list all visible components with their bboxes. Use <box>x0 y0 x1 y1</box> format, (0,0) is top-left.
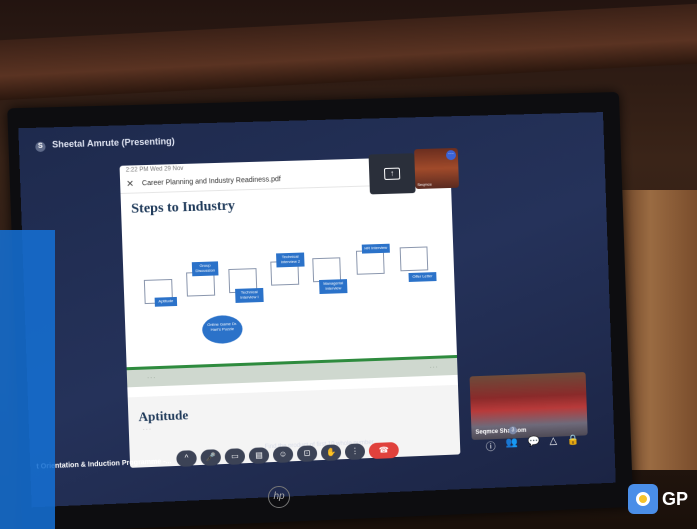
participant-name: Seqmce Shagsom <box>475 427 527 436</box>
step-technical-interview-2: Technical Interview 2 <box>276 252 305 268</box>
monitor-screen: S Sheetal Amrute (Presenting) 2:22 PM We… <box>18 112 616 508</box>
step-group-discussion: Group Discussion <box>191 261 219 276</box>
footer-right: · · · <box>429 364 438 371</box>
present-screen-icon[interactable]: ⊡ <box>296 445 318 463</box>
end-call-button[interactable]: ☎ <box>368 441 400 460</box>
meeting-title: t Orientation & Induction Programme -... <box>36 458 172 471</box>
location-pin-icon <box>628 484 658 514</box>
step-managerial-interview: Managerial Interview <box>319 279 348 294</box>
close-icon[interactable]: ✕ <box>126 178 134 189</box>
host-controls-icon[interactable]: 🔒 <box>567 435 580 450</box>
gps-text: GP <box>662 488 689 509</box>
participant-thumbnail-large[interactable]: Seqmce Shagsom <box>469 372 588 440</box>
steps-diagram: Aptitude Group Discussion Technical Inte… <box>128 212 451 363</box>
raise-hand-icon[interactable]: ✋ <box>320 444 342 462</box>
step-technical-interview-1: Technical Interview I <box>235 287 264 303</box>
people-icon[interactable]: 👥 <box>505 437 518 452</box>
blue-overlay <box>0 230 55 529</box>
presenter-label: S Sheetal Amrute (Presenting) <box>35 136 175 153</box>
side-controls: ⓘ 👥 💬 △ 🔒 <box>486 435 580 454</box>
share-screen-tile[interactable]: ↑ <box>368 153 416 195</box>
pdf-file-name: Career Planning and Industry Readiness.p… <box>141 176 281 188</box>
thought-cloud: Online Game Dr. Hari's Puzzle <box>201 314 243 345</box>
pdf-viewer: 2:22 PM Wed 29 Nov ✕ Career Planning and… <box>119 156 461 468</box>
wood-panel <box>619 190 697 470</box>
info-icon[interactable]: ⓘ <box>486 438 496 453</box>
step-offer-letter: Offer Letter <box>408 272 437 282</box>
step-hr-interview: HR Interview <box>361 243 390 254</box>
participant-thumbnail-small[interactable]: ··· Seqmce <box>414 147 460 190</box>
presenter-avatar: S <box>35 141 46 153</box>
camera-icon[interactable]: ▭ <box>224 448 246 465</box>
more-vert-icon[interactable]: ⋮ <box>344 443 366 461</box>
more-options-icon[interactable]: ··· <box>445 149 457 161</box>
step-box <box>399 246 429 272</box>
present-icon: ↑ <box>383 167 401 181</box>
emoji-icon[interactable]: ☺ <box>272 446 294 464</box>
step-aptitude: Aptitude <box>154 296 178 307</box>
activities-icon[interactable]: △ <box>549 436 557 451</box>
gps-watermark: GP <box>628 484 688 514</box>
hp-logo: hp <box>268 486 290 508</box>
chat-icon[interactable]: 💬 <box>527 436 540 451</box>
presenter-name: Sheetal Amrute (Presenting) <box>51 136 175 150</box>
step-box <box>355 249 385 275</box>
footer-left: · · · <box>147 375 156 382</box>
captions-icon[interactable]: ▤ <box>248 447 270 465</box>
chevron-up-icon[interactable]: ^ <box>176 450 197 467</box>
mic-icon[interactable]: 🎤 <box>200 449 222 466</box>
participant-name: Seqmce <box>417 181 432 187</box>
